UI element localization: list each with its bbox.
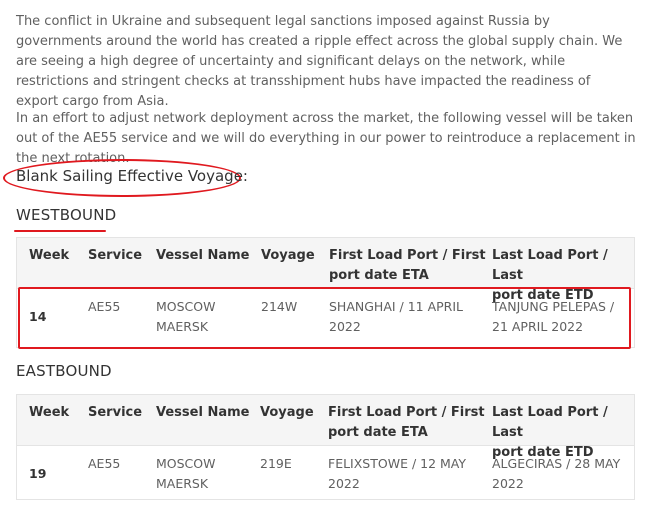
header-voyage: Voyage <box>261 248 315 263</box>
header-vessel-name: Vessel Name <box>156 248 250 263</box>
header-week: Week <box>29 405 70 420</box>
header-first-load: First Load Port / First port date ETA <box>328 405 485 440</box>
header-voyage: Voyage <box>260 405 314 420</box>
eastbound-table: Week Service Vessel Name Voyage First Lo… <box>16 394 635 500</box>
blank-sailing-heading: Blank Sailing Effective Voyage: <box>3 159 248 197</box>
header-vessel-name: Vessel Name <box>156 405 250 420</box>
table-header: Week Service Vessel Name Voyage First Lo… <box>17 238 634 303</box>
cell-week: 19 <box>29 466 47 481</box>
table-header: Week Service Vessel Name Voyage First Lo… <box>17 395 634 460</box>
westbound-title: WESTBOUND <box>16 206 117 224</box>
blank-sailing-title: Blank Sailing Effective Voyage: <box>16 167 248 185</box>
eastbound-title: EASTBOUND <box>16 362 112 380</box>
header-service: Service <box>88 248 143 263</box>
cell-first-load: FELIXSTOWE / 12 MAY 2022 <box>328 456 467 491</box>
header-first-load: First Load Port / First port date ETA <box>329 248 486 283</box>
intro-paragraph: The conflict in Ukraine and subsequent l… <box>16 14 623 109</box>
cell-voyage: 219E <box>260 456 292 471</box>
header-week: Week <box>29 248 70 263</box>
cell-service: AE55 <box>88 456 121 471</box>
header-service: Service <box>88 405 143 420</box>
cell-last-load: ALGECIRAS / 28 MAY 2022 <box>492 456 621 491</box>
red-rectangle-annotation <box>18 287 631 349</box>
cell-vessel: MOSCOW MAERSK <box>156 456 216 491</box>
red-underline-annotation <box>14 230 106 232</box>
